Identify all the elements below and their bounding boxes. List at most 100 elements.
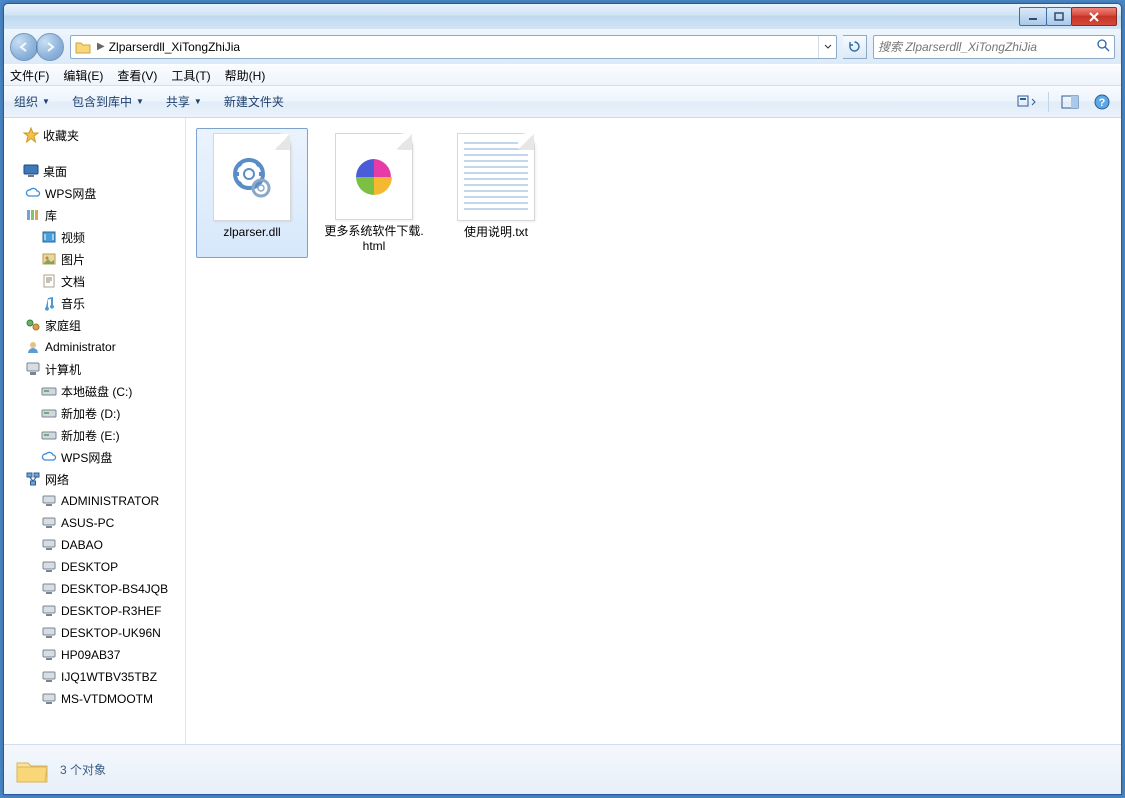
sidebar-disk-d[interactable]: 新加卷 (D:) bbox=[4, 402, 185, 424]
sidebar-administrator[interactable]: Administrator bbox=[4, 336, 185, 358]
refresh-button[interactable] bbox=[843, 35, 867, 59]
close-icon bbox=[1088, 12, 1100, 22]
folder-icon bbox=[14, 752, 50, 788]
sidebar-item-label: 视频 bbox=[61, 229, 85, 246]
back-button[interactable] bbox=[10, 33, 38, 61]
sidebar-documents[interactable]: 文档 bbox=[4, 270, 185, 292]
status-text: 3 个对象 bbox=[60, 761, 106, 778]
sidebar-network-item[interactable]: DESKTOP-UK96N bbox=[4, 622, 185, 644]
picture-icon bbox=[40, 250, 58, 268]
sidebar-disk-c[interactable]: 本地磁盘 (C:) bbox=[4, 380, 185, 402]
computer-icon bbox=[40, 558, 58, 576]
computer-icon bbox=[40, 602, 58, 620]
sidebar-item-label: 家庭组 bbox=[45, 317, 81, 334]
search-icon[interactable] bbox=[1097, 39, 1110, 55]
preview-pane-button[interactable] bbox=[1059, 91, 1081, 113]
sidebar-pictures[interactable]: 图片 bbox=[4, 248, 185, 270]
help-button[interactable]: ? bbox=[1091, 91, 1113, 113]
toolbar-share[interactable]: 共享▼ bbox=[166, 93, 202, 110]
sidebar-network-item[interactable]: MS-VTDMOOTM bbox=[4, 688, 185, 710]
sidebar-network-item[interactable]: DABAO bbox=[4, 534, 185, 556]
file-thumb bbox=[457, 133, 535, 221]
sidebar-network-item[interactable]: ADMINISTRATOR bbox=[4, 490, 185, 512]
toolbar: 组织▼ 包含到库中▼ 共享▼ 新建文件夹 ? bbox=[4, 86, 1121, 118]
navbar: ▶ Zlparserdll_XiTongZhiJia bbox=[4, 29, 1121, 64]
computer-icon bbox=[40, 580, 58, 598]
drive-icon bbox=[40, 382, 58, 400]
sidebar-network-item[interactable]: ASUS-PC bbox=[4, 512, 185, 534]
chevron-down-icon: ▼ bbox=[136, 97, 144, 106]
sidebar-item-label: 文档 bbox=[61, 273, 85, 290]
sidebar-item-label: ADMINISTRATOR bbox=[61, 494, 159, 508]
sidebar-item-label: HP09AB37 bbox=[61, 648, 120, 662]
sidebar-item-label: ASUS-PC bbox=[61, 516, 114, 530]
toolbar-include-in-library[interactable]: 包含到库中▼ bbox=[72, 93, 144, 110]
breadcrumb-sep-icon: ▶ bbox=[97, 41, 105, 52]
menubar: 文件(F) 编辑(E) 查看(V) 工具(T) 帮助(H) bbox=[4, 64, 1121, 86]
sidebar-music[interactable]: 音乐 bbox=[4, 292, 185, 314]
sidebar-network-item[interactable]: HP09AB37 bbox=[4, 644, 185, 666]
computer-icon bbox=[24, 360, 42, 378]
toolbar-new-folder[interactable]: 新建文件夹 bbox=[224, 93, 284, 110]
help-icon: ? bbox=[1094, 94, 1110, 110]
address-bar[interactable]: ▶ Zlparserdll_XiTongZhiJia bbox=[70, 35, 837, 59]
star-icon bbox=[22, 126, 40, 144]
file-item[interactable]: 更多系统软件下载.html bbox=[318, 128, 430, 258]
sidebar-favorites[interactable]: 收藏夹 bbox=[4, 124, 185, 146]
sidebar[interactable]: 收藏夹 桌面 WPS网盘 库 视频 图片 文档 bbox=[4, 118, 186, 744]
sidebar-network-item[interactable]: DESKTOP-R3HEF bbox=[4, 600, 185, 622]
explorer-window: ▶ Zlparserdll_XiTongZhiJia 文件(F) 编辑(E) 查… bbox=[3, 3, 1122, 795]
desktop-icon bbox=[22, 162, 40, 180]
address-dropdown[interactable] bbox=[818, 36, 836, 58]
sidebar-computer[interactable]: 计算机 bbox=[4, 358, 185, 380]
back-icon bbox=[18, 41, 30, 53]
menu-view[interactable]: 查看(V) bbox=[117, 67, 157, 84]
sidebar-wps[interactable]: WPS网盘 bbox=[4, 182, 185, 204]
chevron-down-icon: ▼ bbox=[194, 97, 202, 106]
sidebar-libraries[interactable]: 库 bbox=[4, 204, 185, 226]
document-icon bbox=[40, 272, 58, 290]
gear-icon bbox=[229, 154, 275, 200]
file-label: 使用说明.txt bbox=[464, 225, 528, 239]
sidebar-desktop[interactable]: 桌面 bbox=[4, 160, 185, 182]
sidebar-disk-e[interactable]: 新加卷 (E:) bbox=[4, 424, 185, 446]
computer-icon bbox=[40, 668, 58, 686]
sidebar-item-label: 桌面 bbox=[43, 163, 67, 180]
sidebar-item-label: 图片 bbox=[61, 251, 85, 268]
menu-file[interactable]: 文件(F) bbox=[10, 67, 49, 84]
forward-button[interactable] bbox=[36, 33, 64, 61]
file-item[interactable]: zlparser.dll bbox=[196, 128, 308, 258]
file-item[interactable]: 使用说明.txt bbox=[440, 128, 552, 258]
menu-tools[interactable]: 工具(T) bbox=[171, 67, 210, 84]
sidebar-network-item[interactable]: DESKTOP-BS4JQB bbox=[4, 578, 185, 600]
sidebar-videos[interactable]: 视频 bbox=[4, 226, 185, 248]
cloud-icon bbox=[24, 184, 42, 202]
computer-icon bbox=[40, 624, 58, 642]
cloud-icon bbox=[40, 448, 58, 466]
menu-help[interactable]: 帮助(H) bbox=[225, 67, 266, 84]
close-button[interactable] bbox=[1071, 7, 1117, 26]
toolbar-organize[interactable]: 组织▼ bbox=[14, 93, 50, 110]
sidebar-homegroup[interactable]: 家庭组 bbox=[4, 314, 185, 336]
sidebar-item-label: 计算机 bbox=[45, 361, 81, 378]
sidebar-item-label: 收藏夹 bbox=[43, 127, 79, 144]
sidebar-item-label: 网络 bbox=[45, 471, 69, 488]
sidebar-network[interactable]: 网络 bbox=[4, 468, 185, 490]
computer-icon bbox=[40, 514, 58, 532]
forward-icon bbox=[44, 41, 56, 53]
content-pane[interactable]: zlparser.dll更多系统软件下载.html 使用说明.txt bbox=[186, 118, 1121, 744]
sidebar-network-item[interactable]: IJQ1WTBV35TBZ bbox=[4, 666, 185, 688]
organize-label: 组织 bbox=[14, 93, 38, 110]
search-box[interactable] bbox=[873, 35, 1115, 59]
minimize-button[interactable] bbox=[1019, 7, 1047, 26]
search-input[interactable] bbox=[878, 40, 1097, 54]
new-folder-label: 新建文件夹 bbox=[224, 93, 284, 110]
menu-edit[interactable]: 编辑(E) bbox=[63, 67, 103, 84]
view-options-button[interactable] bbox=[1016, 91, 1038, 113]
sidebar-item-label: DESKTOP-R3HEF bbox=[61, 604, 161, 618]
sidebar-wps-drive[interactable]: WPS网盘 bbox=[4, 446, 185, 468]
sidebar-network-item[interactable]: DESKTOP bbox=[4, 556, 185, 578]
maximize-button[interactable] bbox=[1046, 7, 1072, 26]
refresh-icon bbox=[848, 40, 861, 53]
computer-icon bbox=[40, 690, 58, 708]
